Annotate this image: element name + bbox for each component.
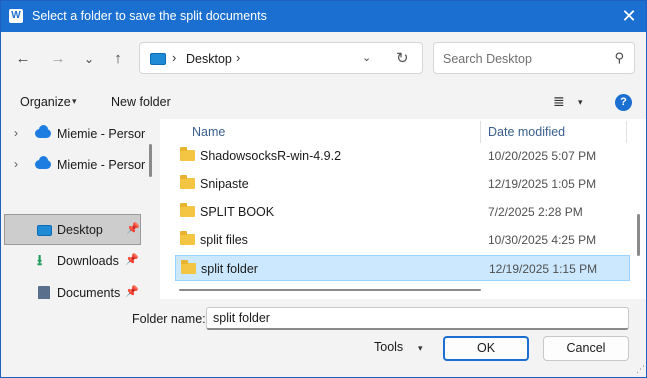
sidebar-item-label: Miemie - Persor xyxy=(57,127,146,141)
dialog-footer: Folder name: split folder Tools ▾ OK Can… xyxy=(1,299,646,377)
sidebar-item-desktop[interactable]: Desktop 📌 xyxy=(4,214,141,245)
search-icon[interactable]: ⚲ xyxy=(614,50,624,66)
navigation-bar: ← → ⌄ ↑ › Desktop › ⌄ ↻ Search Desktop ⚲ xyxy=(1,32,646,84)
tools-caret-icon[interactable]: ▾ xyxy=(418,343,423,354)
address-bar[interactable]: › Desktop › ⌄ ↻ xyxy=(139,42,423,74)
title-bar: W Select a folder to save the split docu… xyxy=(1,1,646,32)
column-header-date-modified[interactable]: Date modified xyxy=(488,125,565,139)
word-app-icon: W xyxy=(9,9,23,23)
expand-chevron-icon[interactable]: › xyxy=(14,157,18,171)
onedrive-cloud-icon xyxy=(35,125,51,138)
list-item[interactable]: ShadowsocksR-win-4.9.2 10/20/2025 5:07 P… xyxy=(175,143,630,169)
new-folder-button[interactable]: New folder xyxy=(111,95,171,109)
ok-button[interactable]: OK xyxy=(443,336,529,361)
view-options-caret-icon[interactable]: ▾ xyxy=(578,97,583,108)
onedrive-cloud-icon xyxy=(35,156,51,169)
pin-icon: 📌 xyxy=(125,254,139,266)
folder-date: 7/2/2025 2:28 PM xyxy=(488,205,583,219)
folder-date: 12/19/2025 1:05 PM xyxy=(488,177,597,191)
pin-icon: 📌 xyxy=(125,286,139,298)
expand-chevron-icon[interactable]: › xyxy=(14,126,18,140)
organize-button[interactable]: Organize xyxy=(20,95,71,109)
list-item[interactable]: Snipaste 12/19/2025 1:05 PM xyxy=(175,171,630,197)
close-icon[interactable]: ✕ xyxy=(612,1,646,32)
search-box[interactable]: Search Desktop ⚲ xyxy=(433,42,635,74)
breadcrumb-chevron-icon[interactable]: › xyxy=(236,50,240,65)
file-list-horizontal-scrollbar-thumb[interactable] xyxy=(179,289,481,291)
column-divider[interactable] xyxy=(480,121,481,143)
sidebar-item-label: Downloads xyxy=(57,254,119,268)
navpane-scrollbar-thumb[interactable] xyxy=(149,144,152,177)
dialog-title: Select a folder to save the split docume… xyxy=(32,9,267,23)
save-folder-dialog: W Select a folder to save the split docu… xyxy=(0,0,647,378)
folder-name: Snipaste xyxy=(200,177,249,191)
folder-date: 12/19/2025 1:15 PM xyxy=(489,262,598,276)
folder-name: ShadowsocksR-win-4.9.2 xyxy=(200,149,342,163)
sidebar-item-label: Documents xyxy=(57,286,121,299)
cancel-button[interactable]: Cancel xyxy=(543,336,629,361)
folder-name: split files xyxy=(200,233,248,247)
back-arrow-icon[interactable]: ← xyxy=(12,48,34,70)
desktop-icon xyxy=(37,225,52,236)
folder-name-label: Folder name: xyxy=(132,312,206,326)
folder-icon xyxy=(180,231,195,245)
folder-name: split folder xyxy=(201,262,258,276)
sidebar-item-label: Desktop xyxy=(57,223,103,237)
tools-button[interactable]: Tools xyxy=(374,340,403,354)
sort-ascending-icon: ⌃ xyxy=(328,119,336,125)
search-input[interactable]: Search Desktop xyxy=(443,52,532,66)
column-divider[interactable] xyxy=(626,121,627,143)
navigation-pane: › Miemie - Persor › Miemie - Persor Desk… xyxy=(1,119,159,299)
documents-icon xyxy=(38,286,50,299)
list-item[interactable]: split files 10/30/2025 4:25 PM xyxy=(175,227,630,253)
pin-icon: 📌 xyxy=(126,223,140,235)
breadcrumb-desktop[interactable]: Desktop xyxy=(186,52,232,66)
organize-caret-icon[interactable]: ▾ xyxy=(72,96,77,107)
folder-icon xyxy=(181,260,196,274)
help-icon[interactable]: ? xyxy=(615,94,632,111)
resize-grip-icon[interactable]: ⋰ xyxy=(636,364,645,375)
sidebar-item-label: Miemie - Persor xyxy=(57,158,146,172)
sidebar-item-onedrive-2[interactable]: › Miemie - Persor xyxy=(1,150,145,181)
breadcrumb-separator-icon[interactable]: › xyxy=(172,50,176,65)
recent-locations-chevron-icon[interactable]: ⌄ xyxy=(78,48,100,70)
forward-arrow-icon[interactable]: → xyxy=(47,48,69,70)
folder-icon xyxy=(180,203,195,217)
folder-name: SPLIT BOOK xyxy=(200,205,275,219)
column-header-name[interactable]: Name xyxy=(192,125,225,139)
list-item[interactable]: SPLIT BOOK 7/2/2025 2:28 PM xyxy=(175,199,630,225)
folder-icon xyxy=(180,147,195,161)
folder-icon xyxy=(180,175,195,189)
folder-date: 10/20/2025 5:07 PM xyxy=(488,149,597,163)
file-list: ⌃ Name Date modified ShadowsocksR-win-4.… xyxy=(160,119,646,299)
folder-name-field[interactable]: split folder xyxy=(206,307,629,330)
address-dropdown-icon[interactable]: ⌄ xyxy=(362,51,371,64)
view-options-icon[interactable]: ≣ xyxy=(553,93,565,110)
up-arrow-icon[interactable]: ↑ xyxy=(107,48,129,70)
sidebar-item-downloads[interactable]: ⭳ Downloads 📌 xyxy=(1,246,141,277)
folder-date: 10/30/2025 4:25 PM xyxy=(488,233,597,247)
download-arrow-icon: ⭳ xyxy=(37,252,43,269)
sidebar-item-onedrive-1[interactable]: › Miemie - Persor xyxy=(1,119,145,150)
desktop-icon xyxy=(150,53,166,65)
sidebar-item-documents[interactable]: Documents 📌 xyxy=(1,278,141,299)
command-bar: Organize ▾ New folder ≣ ▾ ? xyxy=(1,84,646,119)
list-item-selected[interactable]: split folder 12/19/2025 1:15 PM xyxy=(175,255,630,281)
refresh-icon[interactable]: ↻ xyxy=(396,49,409,67)
file-list-vertical-scrollbar-thumb[interactable] xyxy=(637,214,640,256)
